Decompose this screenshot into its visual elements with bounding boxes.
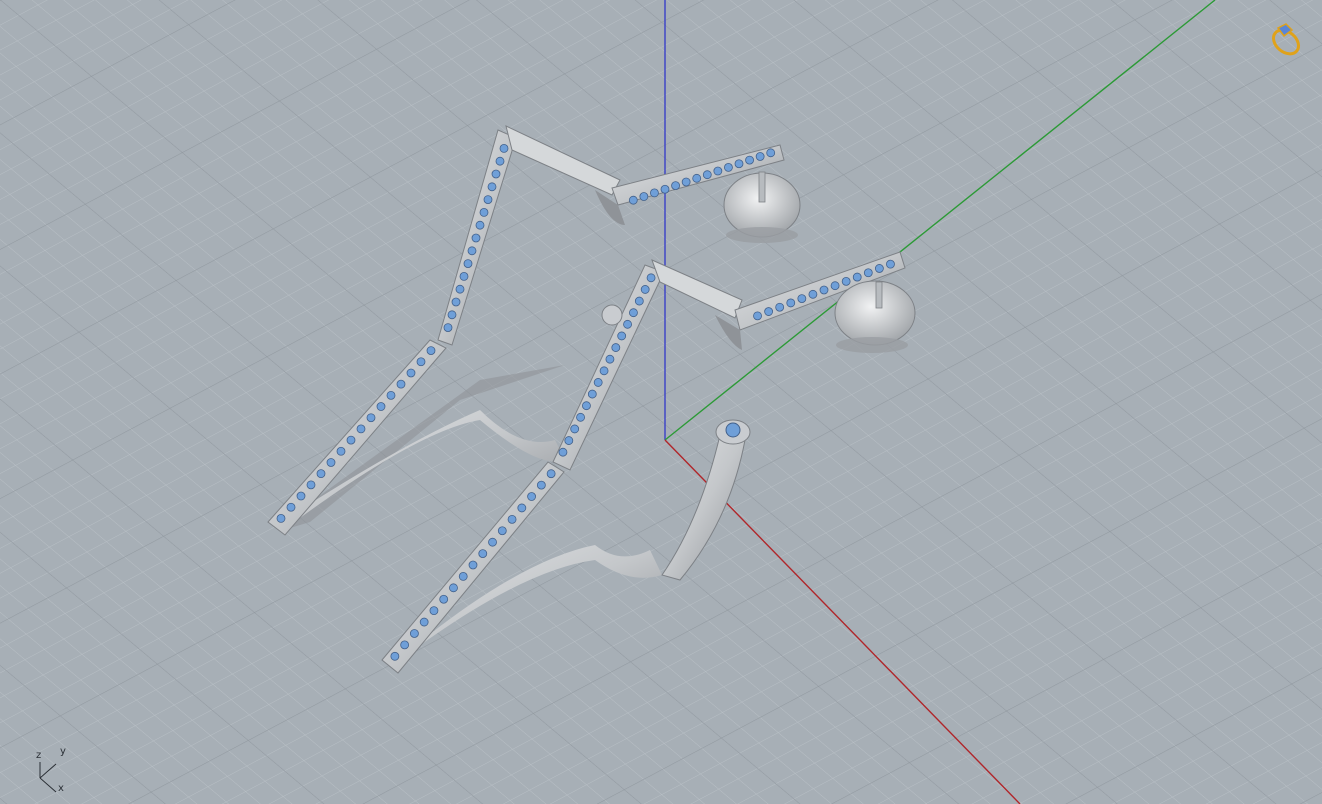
gem-stone <box>623 319 632 329</box>
gem-stone <box>764 307 774 316</box>
gem-stone <box>459 271 469 281</box>
gem-stone <box>366 413 376 423</box>
gem-stone <box>564 436 574 445</box>
grid-major <box>0 0 1322 804</box>
gem-stone <box>734 159 744 169</box>
gem-stone <box>628 195 638 205</box>
gem-stone <box>692 173 702 183</box>
ring-render-icon[interactable] <box>1266 18 1308 60</box>
axis-indicator-z: z <box>36 750 41 761</box>
axis-indicator-y: y <box>60 746 66 757</box>
gem-stone <box>874 264 884 273</box>
gem-stone <box>863 268 873 278</box>
gem-stone <box>410 629 419 638</box>
gem-stone <box>640 285 650 294</box>
gem-stone <box>599 366 609 376</box>
gem-stone <box>471 233 481 243</box>
gem-stone <box>786 298 796 308</box>
gem-stone <box>447 310 457 320</box>
gem-stone <box>286 502 296 512</box>
gem-stone <box>463 259 473 269</box>
gem-stone <box>478 549 488 558</box>
gem-stone <box>468 560 478 570</box>
gem-stone <box>775 302 785 312</box>
gem-stone <box>634 296 644 306</box>
gem-stone <box>406 368 416 378</box>
gem-stone <box>650 188 659 198</box>
gem-stone <box>326 458 336 467</box>
gem-stone <box>808 289 818 299</box>
gem-stone <box>702 170 712 180</box>
gem-stone <box>396 379 406 389</box>
gem-stone <box>745 155 754 165</box>
gem-stone <box>439 594 449 604</box>
gem-stone <box>886 259 895 269</box>
gem-stone <box>755 152 765 161</box>
gem-stone <box>570 424 580 434</box>
gem-stone <box>495 156 505 166</box>
gem-stone <box>336 446 346 456</box>
gem-stone <box>455 284 465 294</box>
gem-stone <box>416 357 426 367</box>
gem-stone <box>611 343 621 352</box>
gem-stone <box>451 297 461 307</box>
gem-stone <box>449 583 458 593</box>
gem-stone <box>467 246 477 256</box>
gem-stone <box>681 177 691 187</box>
gem-stone <box>660 184 670 194</box>
gem-stone <box>830 281 840 291</box>
gem-stone <box>479 207 489 217</box>
gem-stone <box>639 192 649 201</box>
gem-stone <box>497 526 507 536</box>
gem-stone <box>766 148 776 158</box>
gem-stone <box>316 469 326 479</box>
gem-stone <box>576 412 585 422</box>
gem-stone <box>593 378 603 387</box>
gem-stone <box>376 402 386 411</box>
gem-stone <box>306 480 316 490</box>
gem-stone <box>753 311 762 321</box>
gem-stone <box>491 169 501 179</box>
gem-stone <box>605 354 615 364</box>
gem-stone <box>797 294 807 304</box>
gem-stone <box>587 389 597 399</box>
gem-stone <box>386 390 396 400</box>
gem-stone <box>346 435 356 445</box>
gem-stone <box>458 572 468 581</box>
gem-stone <box>356 424 366 434</box>
viewport-perspective[interactable]: z y x <box>0 0 1322 804</box>
gem-stone <box>558 447 568 457</box>
gem-stone <box>646 273 656 283</box>
gem-stone <box>724 162 733 172</box>
gem-stone <box>419 617 429 627</box>
gem-stone <box>671 181 680 191</box>
gem-stone <box>426 346 436 355</box>
gem-stone <box>617 331 627 341</box>
gem-stone <box>487 182 497 192</box>
gem-stone <box>400 640 410 650</box>
viewport-canvas[interactable]: z y x <box>0 0 1322 804</box>
gem-stone <box>483 195 493 205</box>
gem-stone <box>546 469 556 479</box>
gem-stone <box>488 537 497 547</box>
gem-stone <box>507 514 517 524</box>
gem-stone <box>527 492 536 501</box>
gem-stone <box>629 308 638 318</box>
axis-indicator-x: x <box>58 783 64 794</box>
gem-stone <box>852 272 862 282</box>
gem-stone <box>819 285 829 295</box>
gem-stone <box>475 220 485 230</box>
gem-stone <box>443 323 453 333</box>
gem-stone <box>390 651 400 661</box>
gem-stone <box>582 401 591 411</box>
gem-stone <box>841 276 851 286</box>
gem-stone <box>499 143 509 153</box>
gem-stone <box>276 514 286 523</box>
gem-stone <box>429 606 439 616</box>
gem-stone <box>713 166 723 176</box>
gem-stone <box>517 503 527 513</box>
gem-stone <box>296 491 306 501</box>
gem-stone <box>536 480 546 490</box>
